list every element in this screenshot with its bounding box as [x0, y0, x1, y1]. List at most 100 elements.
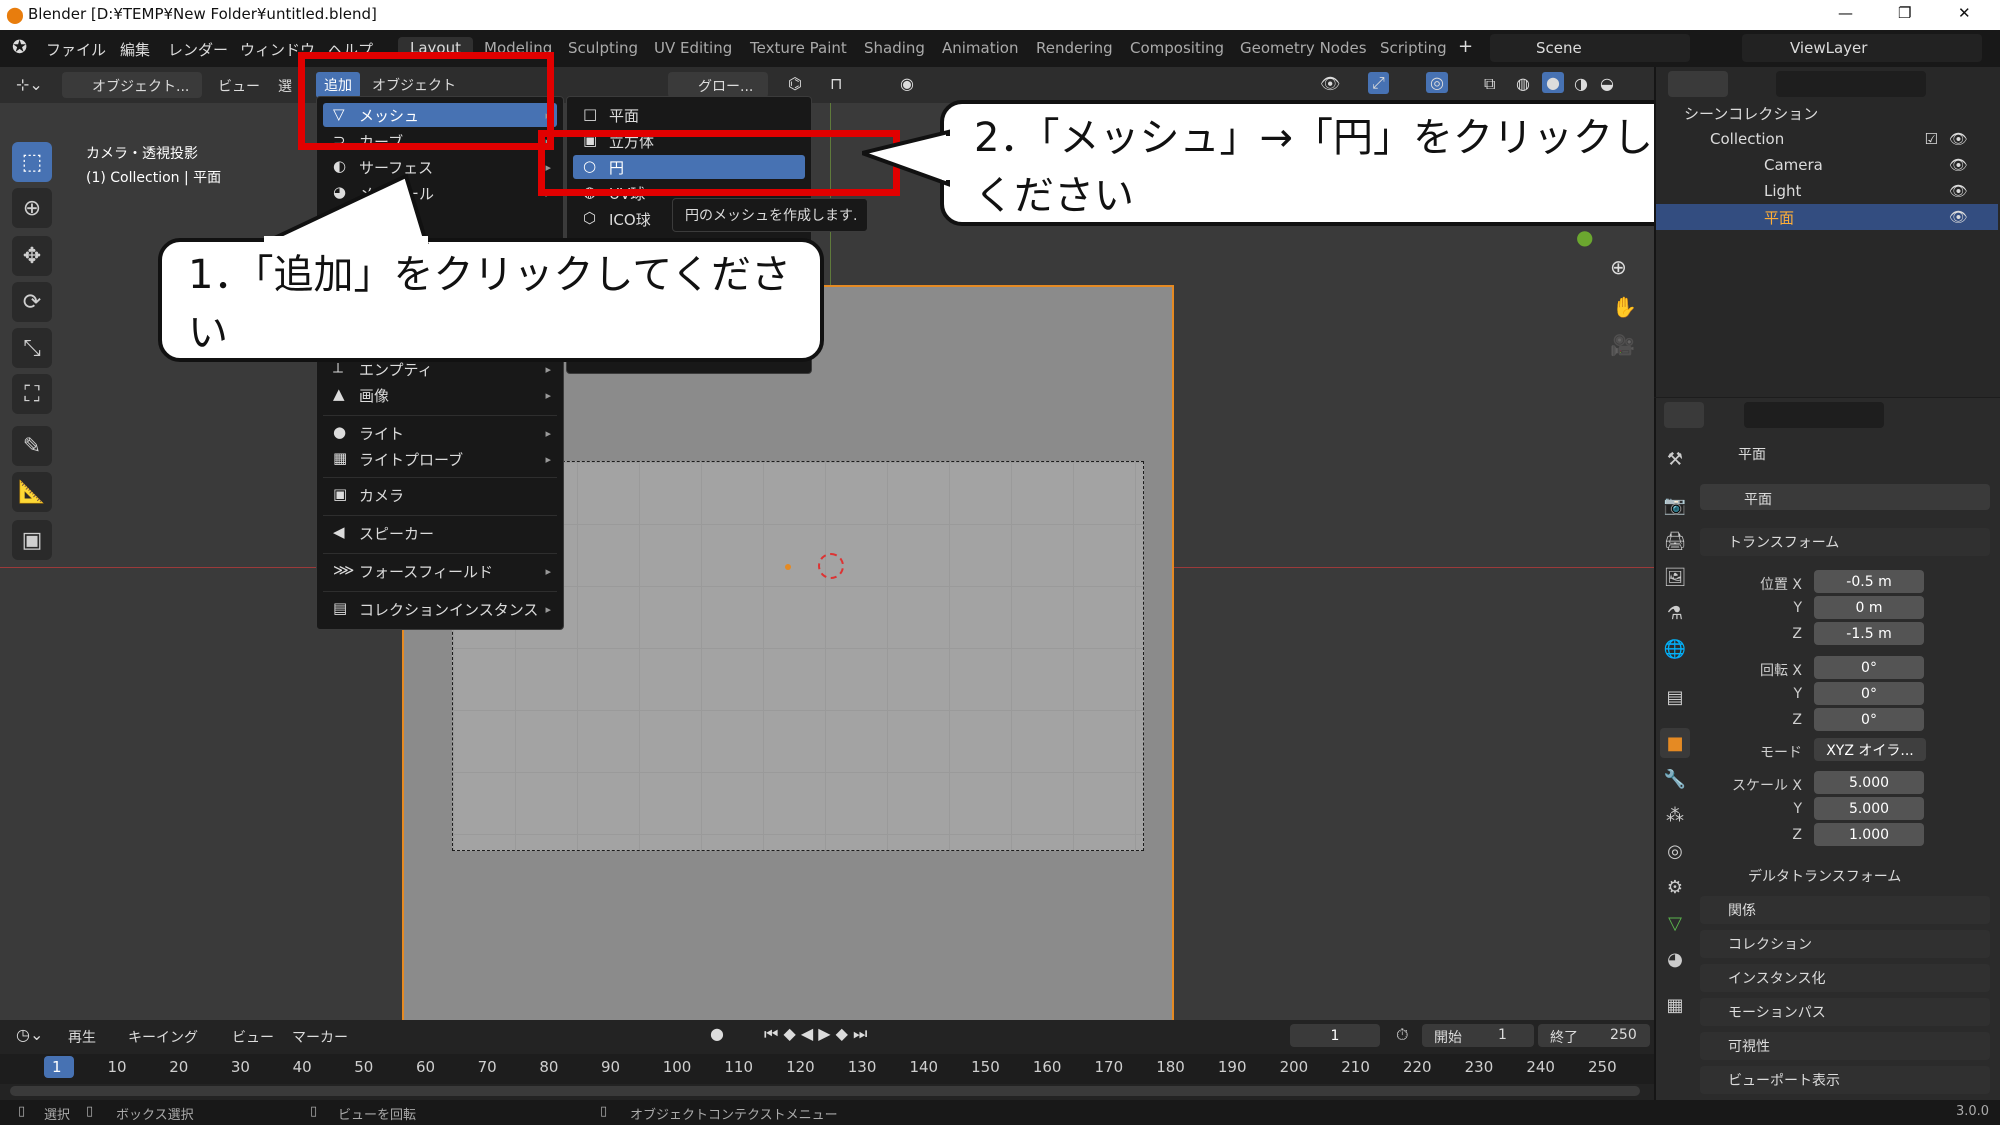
scale-y-field[interactable]: 5.000 [1814, 797, 1924, 820]
menu-file[interactable]: ファイル [46, 39, 106, 60]
transform-tool-icon[interactable]: ⛶ [12, 374, 52, 414]
material-props-icon[interactable]: ◕ [1660, 944, 1690, 974]
location-y-field[interactable]: 0 m [1814, 596, 1924, 619]
tab-compositing[interactable]: Compositing [1130, 39, 1224, 57]
viewlayer-selector[interactable]: ViewLayer [1742, 34, 1982, 62]
tab-scripting[interactable]: Scripting [1380, 39, 1447, 57]
add-menu-light[interactable]: ● ライト ▸ [323, 421, 557, 445]
texture-props-icon[interactable]: ▦ [1660, 990, 1690, 1020]
eye-icon[interactable]: 👁 [1949, 182, 1968, 200]
select-box-tool-icon[interactable]: ⬚ [12, 142, 52, 182]
tab-texture-paint[interactable]: Texture Paint [750, 39, 847, 57]
add-workspace-button[interactable]: + [1458, 36, 1473, 57]
delta-transform-section[interactable]: デルタトランスフォーム [1700, 862, 1990, 890]
outliner-row-light[interactable]: Light 👁 [1656, 178, 1998, 204]
mode-dropdown[interactable]: オブジェクト... [62, 72, 202, 98]
solid-shading-icon[interactable]: ● [1542, 72, 1564, 93]
proportional-edit-icon[interactable]: ◉ [900, 74, 914, 93]
tab-shading[interactable]: Shading [864, 39, 925, 57]
checkbox-icon[interactable]: ☑ [1925, 130, 1938, 148]
outliner-row-camera[interactable]: Camera 👁 [1656, 152, 1998, 178]
move-tool-icon[interactable]: ✥ [12, 236, 52, 276]
record-icon[interactable]: ● [710, 1024, 724, 1043]
tool-props-icon[interactable]: ⚒ [1660, 444, 1690, 474]
motion-paths-section[interactable]: モーションパス [1700, 998, 1990, 1026]
outliner-row-plane[interactable]: 平面 👁 [1656, 204, 1998, 230]
end-frame-field[interactable]: 終了 250 [1538, 1024, 1650, 1047]
visibility-icon[interactable]: 👁 [1320, 74, 1340, 93]
render-props-icon[interactable]: 📷 [1660, 490, 1690, 520]
instancing-section[interactable]: インスタンス化 [1700, 964, 1990, 992]
visibility-section[interactable]: 可視性 [1700, 1032, 1990, 1060]
add-menu-collection-instance[interactable]: ▤ コレクションインスタンス ▸ [323, 597, 557, 621]
location-x-field[interactable]: -0.5 m [1814, 570, 1924, 593]
eye-icon[interactable]: 👁 [1949, 156, 1968, 174]
physics-props-icon[interactable]: ◎ [1660, 836, 1690, 866]
rotation-mode-dropdown[interactable]: XYZ オイラ... [1814, 738, 1926, 761]
add-menu-lightprobe[interactable]: ▦ ライトプローブ ▸ [323, 447, 557, 471]
eye-icon[interactable]: 👁 [1949, 130, 1968, 148]
particles-props-icon[interactable]: ⁂ [1660, 800, 1690, 830]
marker-menu[interactable]: マーカー [292, 1027, 348, 1047]
menu-render[interactable]: レンダー [168, 39, 228, 60]
scene-selector[interactable]: Scene [1490, 34, 1690, 62]
menu-select[interactable]: 選 [278, 76, 292, 96]
location-z-field[interactable]: -1.5 m [1814, 622, 1924, 645]
overlay-toggle-icon[interactable]: ◎ [1426, 72, 1448, 93]
tab-uv-editing[interactable]: UV Editing [654, 39, 732, 57]
transform-section-header[interactable]: トランスフォーム [1700, 528, 1990, 556]
camera-view-icon[interactable]: 🎥 [1610, 333, 1635, 357]
blender-menu-icon[interactable]: ✪ [12, 37, 27, 58]
viewport-display-section[interactable]: ビューポート表示 [1700, 1066, 1990, 1094]
current-frame-field[interactable]: 1 [1290, 1024, 1380, 1047]
tab-animation[interactable]: Animation [942, 39, 1018, 57]
menu-edit[interactable]: 編集 [120, 39, 150, 60]
collections-section[interactable]: コレクション [1700, 930, 1990, 958]
start-frame-field[interactable]: 開始 1 [1422, 1024, 1534, 1047]
tab-geometry-nodes[interactable]: Geometry Nodes [1240, 39, 1367, 57]
select-mode-buttons[interactable] [50, 103, 186, 123]
viewlayer-props-icon[interactable]: 🖼 [1660, 562, 1690, 592]
material-shading-icon[interactable]: ◑ [1574, 74, 1588, 93]
gizmo-toggle-icon[interactable]: ⤢ [1368, 72, 1389, 94]
annotate-tool-icon[interactable]: ✎ [12, 426, 52, 466]
object-name-field[interactable]: 平面 [1700, 484, 1990, 510]
timeline-editor-icon[interactable]: ◷⌄ [16, 1025, 43, 1044]
modifier-props-icon[interactable]: 🔧 [1660, 764, 1690, 794]
object-props-icon[interactable]: ■ [1660, 728, 1690, 758]
add-menu-camera[interactable]: ▣ カメラ [323, 483, 557, 507]
world-props-icon[interactable]: 🌐 [1660, 634, 1690, 664]
maximize-button[interactable]: ❐ [1898, 4, 1911, 22]
tab-rendering[interactable]: Rendering [1036, 39, 1113, 57]
scale-tool-icon[interactable]: ⤡ [12, 328, 52, 368]
nav-gizmo-y-icon[interactable]: ● [1576, 225, 1593, 249]
rotate-tool-icon[interactable]: ⟳ [12, 282, 52, 322]
outliner-search-input[interactable] [1776, 71, 1926, 97]
menu-view[interactable]: ビュー [218, 76, 260, 96]
playback-menu[interactable]: 再生 [68, 1027, 96, 1047]
tab-sculpting[interactable]: Sculpting [568, 39, 638, 57]
relations-section[interactable]: 関係 [1700, 896, 1990, 924]
outliner-editor-type[interactable] [1668, 71, 1728, 97]
zoom-icon[interactable]: ⊕ [1610, 255, 1627, 279]
mesh-plane-item[interactable]: □ 平面 [573, 103, 805, 127]
properties-search-input[interactable] [1744, 402, 1884, 428]
rotation-y-field[interactable]: 0° [1814, 682, 1924, 705]
rendered-shading-icon[interactable]: ◒ [1600, 74, 1614, 93]
collection-props-icon[interactable]: ▤ [1660, 682, 1690, 712]
properties-editor-type[interactable] [1664, 402, 1704, 428]
playback-controls-icon[interactable]: ⏮ ◆ ◀ ▶ ◆ ⏭ [764, 1024, 867, 1044]
measure-tool-icon[interactable]: 📐 [12, 472, 52, 512]
pivot-icon[interactable]: ⌬ [788, 74, 802, 93]
wireframe-shading-icon[interactable]: ◍ [1516, 74, 1530, 93]
add-menu-forcefield[interactable]: ⋙ フォースフィールド ▸ [323, 559, 557, 583]
outliner-row-collection[interactable]: Collection ☑ 👁 [1656, 126, 1998, 152]
timeline-view-menu[interactable]: ビュー [232, 1027, 274, 1047]
editor-type-icon[interactable]: ⊹⌄ [16, 75, 43, 94]
keying-menu[interactable]: キーイング [128, 1027, 198, 1047]
close-button[interactable]: ✕ [1958, 4, 1971, 22]
output-props-icon[interactable]: 🖨 [1660, 526, 1690, 556]
add-menu-speaker[interactable]: ◀ スピーカー [323, 521, 557, 545]
stopwatch-icon[interactable]: ⏱ [1396, 1025, 1408, 1045]
scale-x-field[interactable]: 5.000 [1814, 771, 1924, 794]
